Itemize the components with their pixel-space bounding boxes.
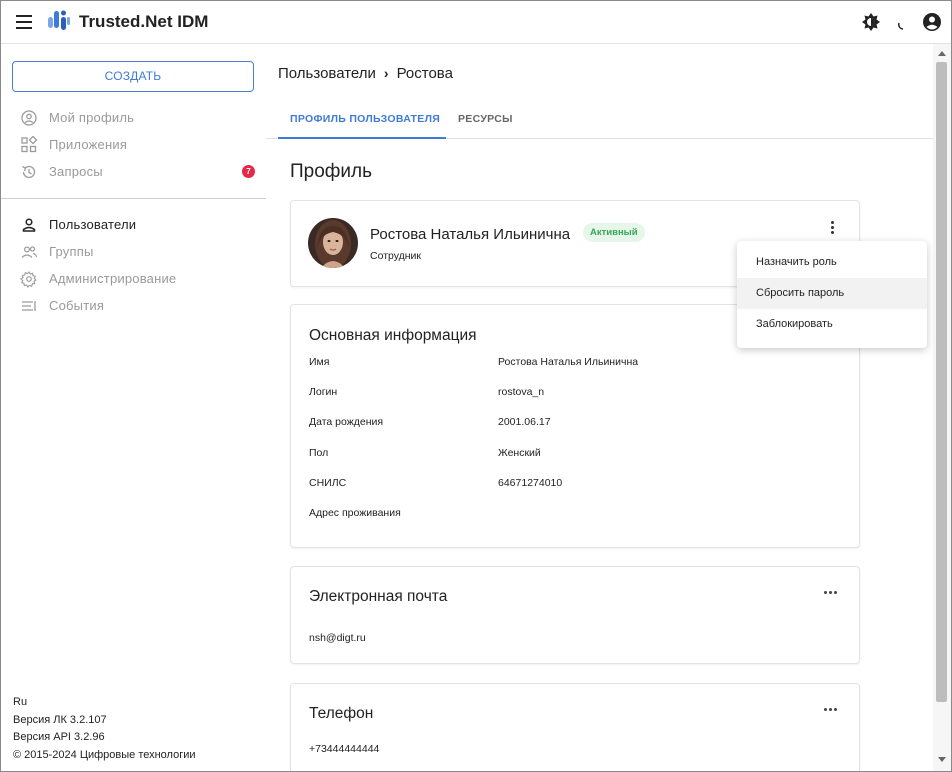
field-label: Имя: [309, 356, 330, 368]
chevron-right-icon: ›: [383, 65, 389, 81]
user-circle-icon: [21, 110, 37, 126]
group-icon: [21, 246, 38, 258]
user-icon: [22, 218, 36, 232]
field-value: Женский: [498, 447, 541, 459]
field-value: 64671274010: [498, 477, 563, 489]
dark-mode-moon-icon[interactable]: [890, 14, 910, 34]
api-version: Версия API 3.2.96: [13, 731, 105, 743]
vertical-scrollbar[interactable]: [933, 44, 951, 771]
breadcrumb-users-link[interactable]: Пользователи: [278, 65, 376, 82]
field-value: Ростова Наталья Ильинична: [498, 356, 639, 368]
apps-grid-icon: [21, 136, 38, 153]
user-role: Сотрудник: [370, 250, 422, 262]
phone-card: Телефон +73444444444: [290, 683, 860, 771]
sidebar-item-events[interactable]: События: [1, 293, 266, 319]
sidebar-item-administration[interactable]: Администрирование: [1, 266, 266, 292]
breadcrumb: Пользователи › Ростова: [278, 65, 453, 82]
sidebar-item-apps[interactable]: Приложения: [1, 132, 266, 158]
main-content: Пользователи › Ростова ПРОФИЛЬ ПОЛЬЗОВАТЕЛ…: [266, 44, 934, 771]
sidebar-item-label: Мой профиль: [49, 110, 135, 125]
avatar: [308, 218, 358, 268]
status-badge: Активный: [583, 223, 645, 242]
lk-version: Версия ЛК 3.2.107: [13, 713, 107, 726]
card-title: Основная информация: [309, 327, 477, 344]
scroll-down-arrow-icon[interactable]: [938, 757, 946, 762]
sidebar-item-label: Запросы: [49, 164, 103, 179]
field-value: rostova_n: [498, 386, 545, 398]
events-list-icon: [22, 301, 36, 311]
sidebar-item-my-profile[interactable]: Мой профиль: [1, 105, 266, 131]
sidebar-footer: Ru Версия ЛК 3.2.107 Версия API 3.2.96 ©…: [13, 694, 196, 764]
language-switch[interactable]: Ru: [13, 694, 196, 712]
field-value: 2001.06.17: [498, 416, 551, 428]
app-title: Trusted.Net IDM: [79, 12, 209, 31]
sidebar: СОЗДАТЬ Мой профиль Приложения Запросы 7…: [1, 44, 266, 771]
gear-icon: [20, 271, 37, 288]
tabs-bar: ПРОФИЛЬ ПОЛЬЗОВАТЕЛЯ РЕСУРСЫ: [266, 104, 934, 139]
card-title: Электронная почта: [309, 588, 448, 605]
sidebar-item-users[interactable]: Пользователи: [1, 212, 266, 238]
sidebar-item-groups[interactable]: Группы: [1, 239, 266, 265]
sidebar-divider: [1, 198, 266, 199]
user-full-name: Ростова Наталья Ильинична: [370, 226, 571, 243]
email-value: nsh@digt.ru: [309, 632, 366, 644]
email-card: Электронная почта nsh@digt.ru: [290, 566, 860, 664]
top-app-bar: Trusted.Net IDM: [1, 1, 951, 44]
tab-user-profile[interactable]: ПРОФИЛЬ ПОЛЬЗОВАТЕЛЯ: [278, 113, 446, 139]
history-icon: [22, 165, 36, 179]
tab-resources[interactable]: РЕСУРСЫ: [458, 113, 513, 139]
menu-item-block[interactable]: Заблокировать: [737, 309, 927, 340]
field-label: Адрес проживания: [309, 507, 401, 519]
app-logo-icon: [48, 10, 70, 30]
user-actions-menu: Назначить роль Сбросить пароль Заблокиро…: [737, 241, 927, 348]
brightness-icon[interactable]: [861, 12, 881, 32]
more-horiz-icon[interactable]: [824, 708, 840, 714]
field-label: Логин: [309, 386, 338, 398]
menu-item-reset-password[interactable]: Сбросить пароль: [737, 278, 927, 309]
sidebar-item-label: Группы: [49, 244, 94, 259]
more-vert-icon[interactable]: [825, 219, 839, 237]
sidebar-item-label: События: [49, 298, 105, 313]
field-label: Дата рождения: [309, 416, 384, 428]
sidebar-item-label: Администрирование: [49, 271, 177, 286]
app-window: Trusted.Net IDM СОЗДАТЬ Мой профиль Прил…: [0, 0, 952, 772]
field-label: СНИЛС: [309, 477, 347, 489]
sidebar-item-label: Пользователи: [49, 217, 137, 232]
card-title: Телефон: [309, 705, 374, 722]
phone-value: +73444444444: [309, 743, 380, 755]
copyright: © 2015-2024 Цифровые технологии: [13, 748, 196, 761]
notification-badge: 7: [242, 165, 255, 178]
hamburger-menu-icon[interactable]: [16, 15, 32, 29]
sidebar-item-requests[interactable]: Запросы 7: [1, 159, 266, 185]
more-horiz-icon[interactable]: [824, 591, 840, 597]
sidebar-item-label: Приложения: [49, 137, 128, 152]
menu-item-assign-role[interactable]: Назначить роль: [737, 247, 927, 278]
page-title: Профиль: [290, 161, 373, 182]
account-circle-icon[interactable]: [922, 12, 942, 32]
breadcrumb-current: Ростова: [396, 65, 453, 82]
scrollbar-thumb[interactable]: [936, 62, 947, 702]
scroll-up-arrow-icon[interactable]: [938, 51, 946, 56]
field-label: Пол: [309, 447, 329, 459]
create-button[interactable]: СОЗДАТЬ: [12, 61, 254, 92]
